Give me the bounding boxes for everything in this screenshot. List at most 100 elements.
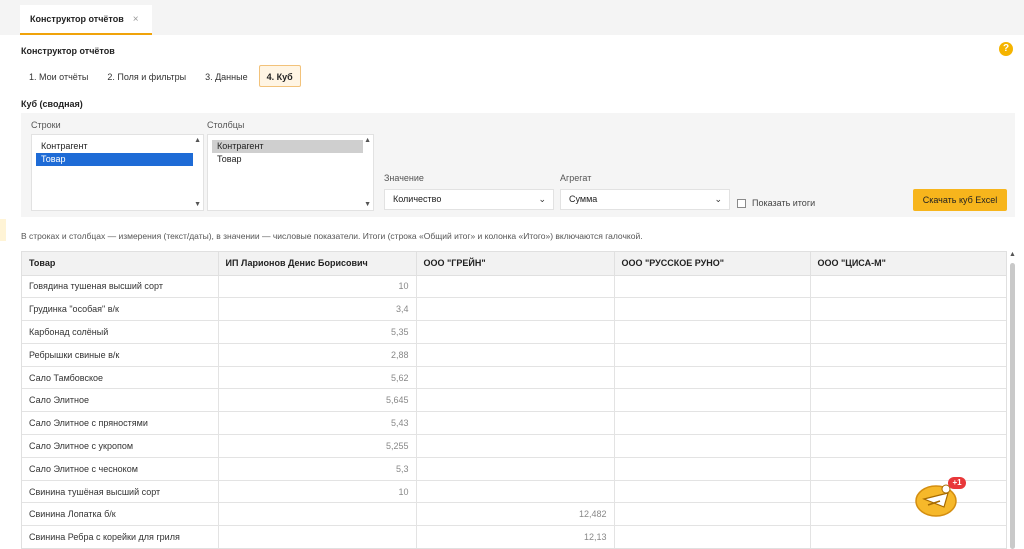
cube-settings-panel: Строки Контрагент Товар ▲ ▼ Столбцы Конт…	[21, 113, 1015, 217]
table-cell: Свинина Ребра с корейки для гриля	[22, 525, 219, 548]
table-scrollbar[interactable]: ▲	[1009, 251, 1016, 549]
rows-option-product[interactable]: Товар	[36, 153, 193, 166]
table-cell: 5,3	[218, 457, 417, 481]
scroll-up-icon[interactable]: ▲	[364, 137, 371, 144]
table-row: Грудинка "особая" в/к 3,4	[22, 297, 1006, 322]
table-cell	[416, 457, 615, 481]
chat-bot-button[interactable]: +1	[914, 477, 966, 519]
table-row: Карбонад солёный 5,35	[22, 320, 1006, 344]
table-cell	[810, 388, 1006, 413]
table-cell: 10	[218, 480, 417, 504]
table-cell: Свинина Лопатка б/к	[22, 502, 219, 527]
scrollbar-thumb[interactable]	[1010, 263, 1015, 549]
table-cell	[810, 275, 1006, 299]
table-cell	[614, 275, 811, 299]
aggregate-select-text: Сумма	[569, 194, 598, 204]
table-row: Ребрышки свиные в/к 2,88	[22, 343, 1006, 367]
step-fields-filters[interactable]: 2. Поля и фильтры	[99, 65, 194, 87]
table-row: Сало Элитное с укропом 5,255	[22, 434, 1006, 458]
step-data[interactable]: 3. Данные	[197, 65, 256, 87]
left-edge-marker	[0, 219, 6, 241]
value-select-text: Количество	[393, 194, 442, 204]
rows-listbox[interactable]: Контрагент Товар ▲ ▼	[31, 134, 204, 211]
table-cell: Сало Элитное с чесноком	[22, 457, 219, 481]
rows-label: Строки	[31, 120, 61, 130]
aggregate-select[interactable]: Сумма ⌄	[560, 189, 730, 210]
value-label: Значение	[384, 173, 424, 183]
column-header[interactable]: ООО "ГРЕЙН"	[416, 252, 615, 276]
table-row: Сало Тамбовское 5,62	[22, 366, 1006, 390]
column-header[interactable]: ООО "ЦИСА-М"	[810, 252, 1006, 276]
page-title: Конструктор отчётов	[21, 46, 115, 56]
table-cell: 5,62	[218, 366, 417, 390]
table-cell	[416, 411, 615, 436]
table-row: Свинина тушёная высший сорт 10	[22, 480, 1006, 504]
columns-listbox[interactable]: Контрагент Товар ▲ ▼	[207, 134, 374, 211]
table-cell: Грудинка "особая" в/к	[22, 297, 219, 322]
table-cell	[810, 411, 1006, 436]
table-row: Сало Элитное с чесноком 5,3	[22, 457, 1006, 481]
close-icon[interactable]: ×	[133, 14, 139, 25]
tab-report-builder[interactable]: Конструктор отчётов ×	[20, 5, 152, 35]
scroll-up-icon[interactable]: ▲	[194, 137, 201, 144]
show-totals-label: Показать итоги	[752, 198, 816, 208]
step-my-reports[interactable]: 1. Мои отчёты	[21, 65, 96, 87]
scroll-down-icon[interactable]: ▼	[364, 201, 371, 208]
cube-hint-text: В строках и столбцах — измерения (текст/…	[21, 231, 643, 241]
chevron-down-icon: ⌄	[714, 194, 722, 204]
tab-title: Конструктор отчётов	[30, 14, 124, 24]
chevron-down-icon: ⌄	[538, 194, 546, 204]
document-tab-bar: Конструктор отчётов ×	[0, 0, 1024, 35]
table-cell	[614, 320, 811, 344]
table-cell	[810, 525, 1006, 548]
table-cell	[218, 502, 417, 527]
table-cell: Карбонад солёный	[22, 320, 219, 344]
show-totals-option[interactable]: Показать итоги	[737, 198, 815, 208]
table-cell	[614, 480, 811, 504]
table-cell: Говядина тушеная высший сорт	[22, 275, 219, 299]
table-cell: Сало Элитное с укропом	[22, 434, 219, 458]
table-cell: 5,255	[218, 434, 417, 458]
table-cell: 5,645	[218, 388, 417, 413]
table-cell: 12,482	[416, 502, 615, 527]
scroll-down-icon[interactable]: ▼	[194, 201, 201, 208]
table-header-row: Товар ИП Ларионов Денис Борисович ООО "Г…	[22, 252, 1006, 276]
table-cell: Свинина тушёная высший сорт	[22, 480, 219, 504]
table-cell: Сало Элитное	[22, 388, 219, 413]
table-cell	[614, 434, 811, 458]
help-icon[interactable]: ?	[999, 42, 1013, 56]
column-header[interactable]: ООО "РУССКОЕ РУНО"	[614, 252, 811, 276]
table-cell	[614, 366, 811, 390]
table-cell	[810, 320, 1006, 344]
table-cell	[416, 366, 615, 390]
table-cell	[810, 502, 1006, 527]
column-header[interactable]: Товар	[22, 252, 219, 276]
column-header[interactable]: ИП Ларионов Денис Борисович	[218, 252, 417, 276]
table-cell	[614, 343, 811, 367]
columns-option-product[interactable]: Товар	[212, 153, 363, 166]
table-cell: Ребрышки свиные в/к	[22, 343, 219, 367]
rows-option-counterparty[interactable]: Контрагент	[36, 140, 193, 153]
table-cell	[810, 297, 1006, 322]
table-cell	[416, 275, 615, 299]
download-excel-button[interactable]: Скачать куб Excel	[913, 189, 1007, 211]
table-cell: Сало Тамбовское	[22, 366, 219, 390]
table-cell	[218, 525, 417, 548]
table-cell	[810, 343, 1006, 367]
columns-option-counterparty[interactable]: Контрагент	[212, 140, 363, 153]
pivot-table: Товар ИП Ларионов Денис Борисович ООО "Г…	[21, 251, 1007, 549]
notification-badge: +1	[948, 477, 966, 489]
wizard-steps: 1. Мои отчёты 2. Поля и фильтры 3. Данны…	[21, 65, 304, 87]
table-cell	[416, 297, 615, 322]
table-cell: 5,35	[218, 320, 417, 344]
table-cell: Сало Элитное с пряностями	[22, 411, 219, 436]
table-row: Сало Элитное с пряностями 5,43	[22, 411, 1006, 436]
table-cell	[810, 434, 1006, 458]
table-cell	[810, 457, 1006, 481]
show-totals-checkbox[interactable]	[737, 198, 746, 208]
value-select[interactable]: Количество ⌄	[384, 189, 554, 210]
scroll-up-icon[interactable]: ▲	[1009, 251, 1016, 258]
table-cell: 5,43	[218, 411, 417, 436]
step-cube[interactable]: 4. Куб	[258, 65, 301, 87]
aggregate-label: Агрегат	[560, 173, 592, 183]
